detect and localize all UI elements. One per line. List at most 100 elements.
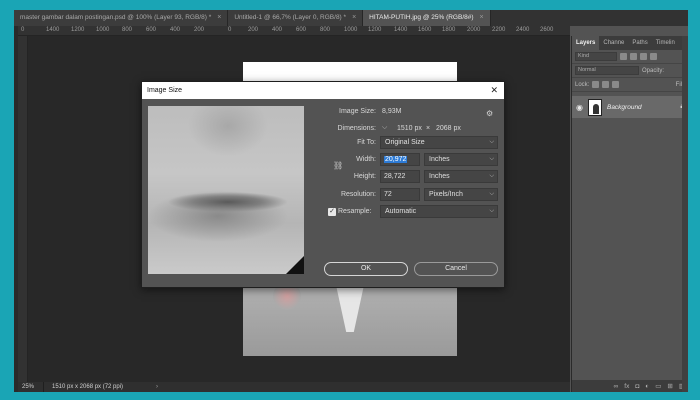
panel-side-strip [682,36,688,392]
blend-mode-row: Normal Opacity: [572,64,688,78]
image-size-dialog: Image Size ✕ Image Size: 8,93M ⚙ Dimensi… [141,81,505,288]
image-size-label: Image Size: [339,108,376,115]
dialog-title: Image Size [147,87,183,94]
close-icon[interactable]: × [480,10,484,26]
fx-icon[interactable]: fx [624,383,629,390]
lock-pixels-icon[interactable] [592,81,600,88]
chevron-down-icon: ⌵ [489,173,494,179]
layer-filter-row: Kind [572,50,688,64]
ruler-tick-label: 600 [146,27,157,33]
tab-master-psd[interactable]: master gambar dalam postingan.psd @ 100%… [14,10,229,26]
filter-adjust-icon[interactable] [630,53,637,60]
ruler-tick-label: 200 [248,27,259,33]
ruler-tick-label: 0 [228,27,232,33]
adjustment-icon[interactable]: ◐ [645,383,649,390]
tab-layers[interactable]: Layers [572,36,600,50]
ruler-tick-label: 200 [194,27,205,33]
ruler-tick-label: 2400 [516,27,530,33]
fit-to-label: Fit To: [357,139,376,146]
width-label: Width: [356,156,376,163]
resolution-unit: Pixels/Inch [429,191,463,198]
dimensions-times: × [426,125,431,132]
tab-label: HITAM-PUTIH.jpg @ 25% (RGB/8#) [369,14,474,21]
close-icon[interactable]: × [352,10,356,26]
resample-value: Automatic [385,208,417,215]
close-icon[interactable]: ✕ [490,85,498,96]
eye-icon[interactable]: ◉ [576,103,583,112]
ruler-tick-label: 1400 [394,27,408,33]
tab-channels[interactable]: Channe [599,36,628,50]
tab-hitam-putih[interactable]: HITAM-PUTIH.jpg @ 25% (RGB/8#) × [363,10,491,26]
ruler-tick-label: 800 [320,27,331,33]
ruler-tick-label: 800 [122,27,133,33]
panel-bottom-toolbar: ∞ fx ◘ ◐ ▭ ⊞ ▥ [572,380,688,392]
image-preview[interactable] [148,106,304,274]
close-icon[interactable]: × [217,10,221,26]
image-size-value: 8,93M [382,108,402,115]
preview-corner [286,256,304,274]
resample-select[interactable]: Automatic ⌵ [380,205,498,218]
ruler-tick-label: 2000 [467,27,481,33]
ruler-tick-label: 0 [21,27,25,33]
lock-all-icon[interactable] [612,81,620,88]
ruler-horizontal: 0 1400 1200 1000 800 600 400 200 0 200 4… [18,26,570,36]
dimensions-label: Dimensions: [337,125,376,132]
ruler-tick-label: 400 [272,27,283,33]
ruler-tick-label: 1800 [442,27,456,33]
ruler-tick-label: 600 [296,27,307,33]
height-label: Height: [353,173,376,180]
filter-type-icon[interactable] [640,53,647,60]
tab-label: master gambar dalam postingan.psd @ 100%… [20,14,212,21]
new-layer-icon[interactable]: ⊞ [667,382,672,390]
ruler-tick-label: 1600 [418,27,432,33]
height-unit-select[interactable]: Inches ⌵ [424,170,498,183]
gear-icon[interactable]: ⚙ [486,109,493,118]
ok-button[interactable]: OK [324,262,408,276]
chevron-down-icon[interactable]: ⌵ [382,124,387,132]
tab-label: Untitled-1 @ 66,7% (Layer 0, RGB/8) * [234,14,347,21]
tab-untitled-1[interactable]: Untitled-1 @ 66,7% (Layer 0, RGB/8) * × [228,10,364,26]
resolution-unit-select[interactable]: Pixels/Inch ⌵ [424,188,498,201]
resample-label: Resample: [338,208,372,215]
mask-icon[interactable]: ◘ [635,383,639,390]
document-info: 1510 px x 2068 px (72 ppi) [52,384,124,390]
ruler-tick-label: 1000 [96,27,110,33]
cancel-button[interactable]: Cancel [414,262,498,276]
dialog-title-bar: Image Size [142,82,504,99]
status-menu-arrow[interactable]: › [144,384,158,390]
opacity-label: Opacity: [642,67,665,74]
filter-pixel-icon[interactable] [620,53,627,60]
fit-to-select[interactable]: Original Size ⌵ [380,136,498,149]
link-icon[interactable]: ∞ [614,383,619,390]
ruler-vertical [18,36,28,382]
height-input[interactable]: 28,722 [380,170,420,183]
layer-kind-filter[interactable]: Kind [575,52,617,61]
dimensions-height: 2068 px [436,125,461,132]
layer-thumbnail [587,98,602,116]
height-value: 28,722 [384,173,406,180]
blend-mode-select[interactable]: Normal [575,66,639,75]
resolution-input[interactable]: 72 [380,188,420,201]
filter-shape-icon[interactable] [650,53,657,60]
tab-timeline[interactable]: Timelin [652,36,679,50]
resample-checkbox[interactable]: ✓ [328,208,336,216]
folder-icon[interactable]: ▭ [655,382,661,390]
lock-row: Lock: Fill: [572,78,688,92]
width-unit-select[interactable]: Inches ⌵ [424,153,498,166]
height-unit: Inches [429,173,450,180]
chevron-down-icon: ⌵ [489,191,494,197]
ruler-tick-label: 400 [170,27,181,33]
chevron-down-icon: ⌵ [489,208,494,214]
fit-to-value: Original Size [385,139,425,146]
width-input[interactable]: 20,972 [380,153,420,166]
ruler-tick-label: 1400 [46,27,60,33]
status-bar: 25% 1510 px x 2068 px (72 ppi) › [18,382,570,392]
width-unit: Inches [429,156,450,163]
lock-position-icon[interactable] [602,81,610,88]
layer-row-background[interactable]: ◉ Background 🔒︎ [572,96,688,118]
tab-paths[interactable]: Paths [628,36,651,50]
lock-label: Lock: [575,81,590,88]
ruler-tick-label: 2200 [492,27,506,33]
ruler-tick-label: 2600 [540,27,554,33]
zoom-level[interactable]: 25% [18,382,44,392]
